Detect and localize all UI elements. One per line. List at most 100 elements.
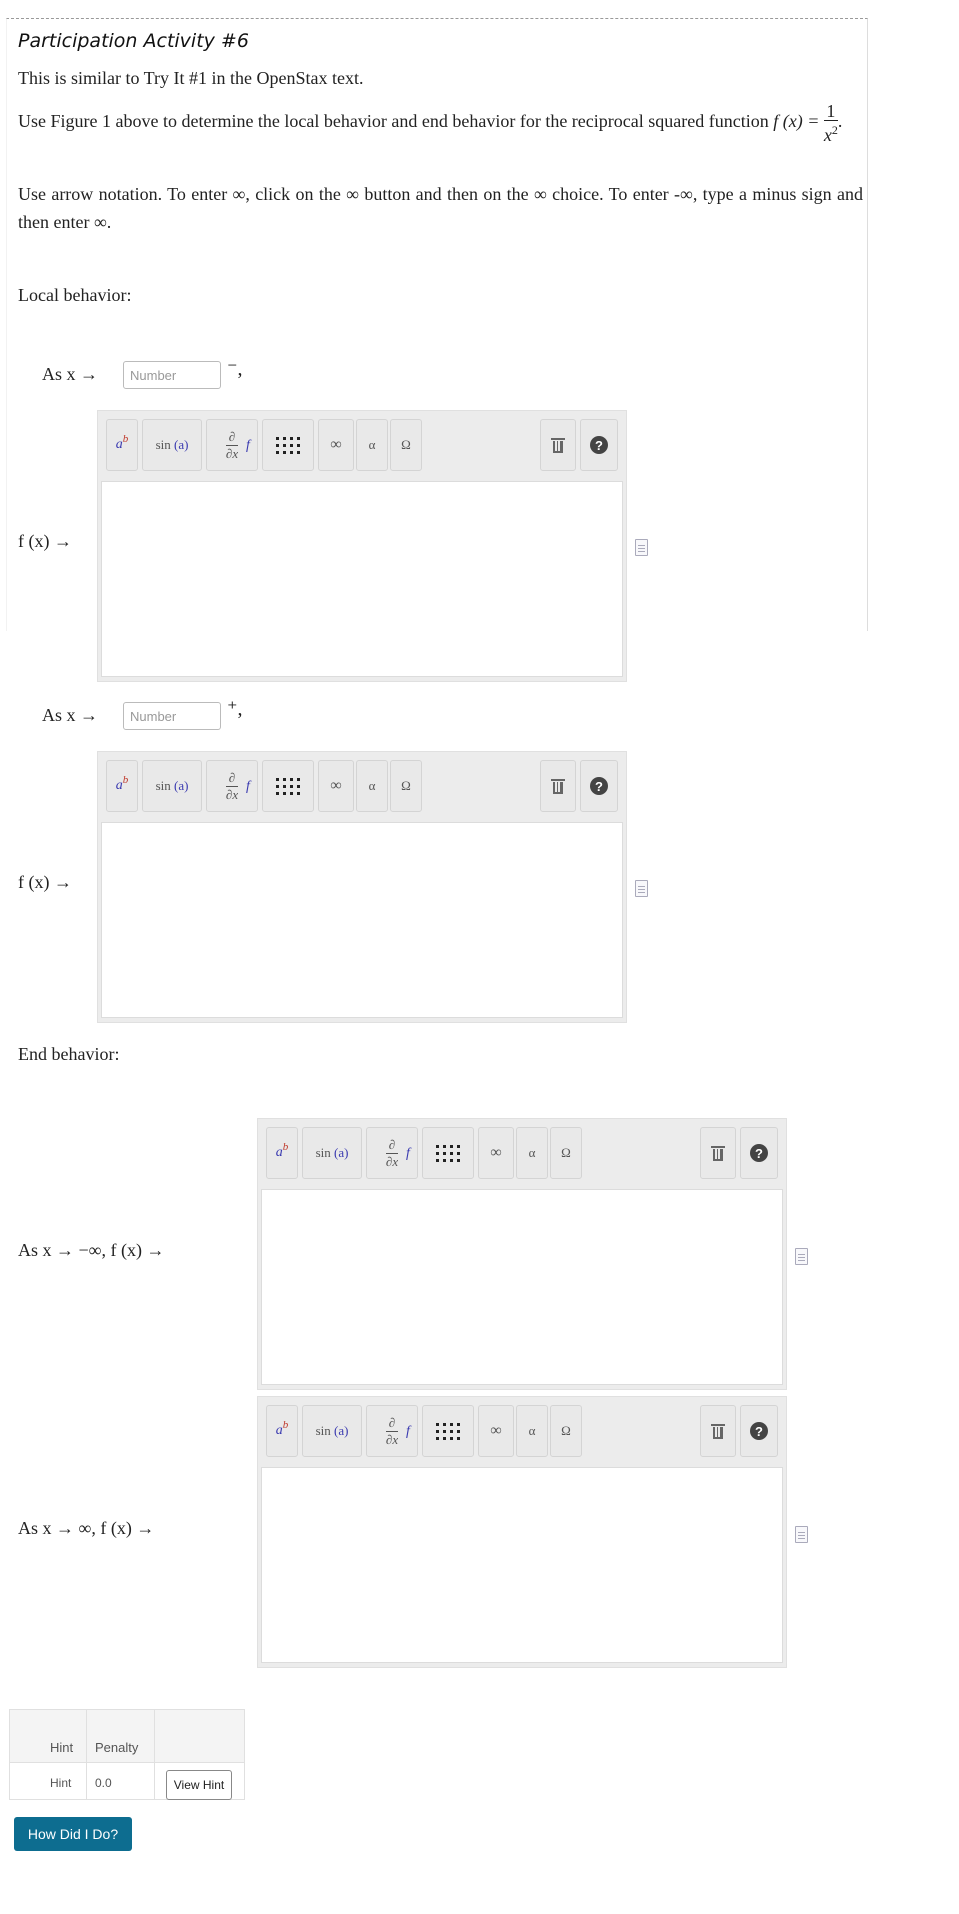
arrow-note: Use arrow notation. To enter ∞, click on… [18, 184, 863, 232]
matrix-button[interactable] [262, 760, 314, 812]
clear-button[interactable] [700, 1405, 736, 1457]
derivative-button[interactable]: ∂ ∂x [366, 1405, 418, 1457]
plus-suffix: ⁺, [227, 698, 243, 720]
trig-button[interactable]: sin (a) [302, 1127, 362, 1179]
power-exp: b [122, 774, 129, 786]
deriv-bottom: ∂x [225, 785, 239, 802]
deriv-top: ∂ [388, 1136, 396, 1152]
greek-button[interactable]: α [356, 760, 388, 812]
clear-button[interactable] [540, 760, 576, 812]
math-editor-local-right: ab sin (a) ∂ ∂x f ∞ α Ω ? [97, 751, 627, 1023]
power-base: a [275, 1145, 283, 1160]
clear-button[interactable] [700, 1127, 736, 1179]
greek-button[interactable]: α [516, 1127, 548, 1179]
function-lhs: f (x) = [773, 111, 820, 132]
hint-row-label: Hint [50, 1776, 72, 1790]
end-heading: End behavior: [18, 1044, 120, 1064]
sin-label: sin [315, 1145, 331, 1160]
math-input-area[interactable] [261, 1189, 783, 1385]
greek-button[interactable]: α [516, 1405, 548, 1457]
power-exp: b [122, 433, 129, 445]
matrix-icon [276, 777, 300, 795]
matrix-icon [276, 436, 300, 454]
editor-toolbar: ab sin (a) ∂ ∂x f ∞ α Ω ? [258, 1397, 786, 1467]
fraction-denominator: x2 [824, 121, 838, 144]
clear-button[interactable] [540, 419, 576, 471]
symbols-button[interactable]: Ω [390, 760, 422, 812]
power-button[interactable]: ab [106, 419, 138, 471]
math-input-area[interactable] [101, 822, 623, 1018]
power-base: a [275, 1423, 283, 1438]
trig-button[interactable]: sin (a) [302, 1405, 362, 1457]
deriv-bottom: ∂x [385, 1152, 399, 1169]
hint-table-header [10, 1710, 244, 1763]
infinity-button[interactable]: ∞ [318, 419, 354, 471]
trig-button[interactable]: sin (a) [142, 760, 202, 812]
fx-arrow-label-1: f (x) → [18, 531, 72, 551]
view-hint-button[interactable]: View Hint [166, 1770, 232, 1800]
editor-toolbar: ab sin (a) ∂ ∂x f ∞ α Ω ? [98, 411, 626, 481]
end-row2-label: As x → ∞, f (x) → [18, 1518, 155, 1538]
document-icon[interactable] [795, 1248, 808, 1265]
local-heading: Local behavior: [18, 285, 132, 305]
trash-icon [711, 1423, 725, 1439]
math-editor-end-right: ab sin (a) ∂ ∂x f ∞ α Ω ? [257, 1396, 787, 1668]
deriv-f: f [246, 779, 250, 794]
derivative-button[interactable]: ∂ ∂x [206, 760, 258, 812]
infinity-button[interactable]: ∞ [478, 1127, 514, 1179]
help-icon: ? [750, 1422, 768, 1440]
derivative-button[interactable]: ∂ ∂x [206, 419, 258, 471]
help-button[interactable]: ? [580, 419, 618, 471]
column-divider [86, 1710, 87, 1799]
deriv-f: f [246, 438, 250, 453]
period: . [837, 111, 843, 132]
matrix-icon [436, 1144, 460, 1162]
power-exp: b [282, 1419, 289, 1431]
trash-icon [711, 1145, 725, 1161]
power-button[interactable]: ab [266, 1405, 298, 1457]
activity-title: Participation Activity #6 [18, 30, 249, 52]
local-limit-input-right[interactable] [123, 702, 221, 730]
symbols-button[interactable]: Ω [550, 1405, 582, 1457]
how-did-i-do-button[interactable]: How Did I Do? [14, 1817, 132, 1851]
matrix-button[interactable] [262, 419, 314, 471]
derivative-button[interactable]: ∂ ∂x [366, 1127, 418, 1179]
sin-label: sin [155, 437, 171, 452]
sin-arg: (a) [173, 778, 189, 793]
math-editor-end-left: ab sin (a) ∂ ∂x f ∞ α Ω ? [257, 1118, 787, 1390]
end-row1-label: As x → −∞, f (x) → [18, 1240, 165, 1260]
help-icon: ? [590, 436, 608, 454]
function-fraction: 1 x2 [823, 102, 838, 144]
document-icon[interactable] [635, 880, 648, 897]
den-base: x [823, 125, 832, 145]
as-x-text: As x → [42, 705, 99, 725]
help-button[interactable]: ? [740, 1127, 778, 1179]
document-icon[interactable] [635, 539, 648, 556]
power-base: a [115, 778, 123, 793]
sin-label: sin [155, 778, 171, 793]
math-input-area[interactable] [261, 1467, 783, 1663]
document-icon[interactable] [795, 1526, 808, 1543]
fx-arrow-label-2: f (x) → [18, 872, 72, 892]
symbols-button[interactable]: Ω [390, 419, 422, 471]
as-x-label-1: As x → [42, 364, 98, 385]
math-input-area[interactable] [101, 481, 623, 677]
infinity-button[interactable]: ∞ [318, 760, 354, 812]
greek-button[interactable]: α [356, 419, 388, 471]
hint-penalty-value: 0.0 [95, 1776, 112, 1790]
symbols-button[interactable]: Ω [550, 1127, 582, 1179]
power-button[interactable]: ab [266, 1127, 298, 1179]
as-x-label-2: As x → [42, 705, 98, 726]
help-icon: ? [590, 777, 608, 795]
matrix-button[interactable] [422, 1405, 474, 1457]
local-limit-input-left[interactable] [123, 361, 221, 389]
help-button[interactable]: ? [580, 760, 618, 812]
power-button[interactable]: ab [106, 760, 138, 812]
hint-col-header: Hint [50, 1740, 74, 1755]
fraction-numerator: 1 [823, 102, 838, 121]
help-button[interactable]: ? [740, 1405, 778, 1457]
trig-button[interactable]: sin (a) [142, 419, 202, 471]
matrix-button[interactable] [422, 1127, 474, 1179]
intro-text: This is similar to Try It #1 in the Open… [18, 68, 364, 88]
infinity-button[interactable]: ∞ [478, 1405, 514, 1457]
